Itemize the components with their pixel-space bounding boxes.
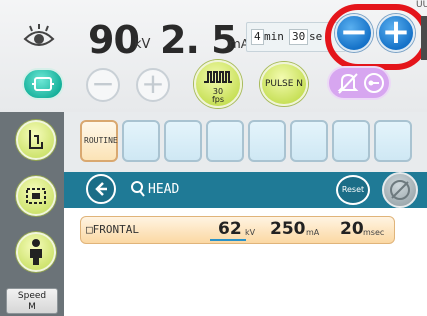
decrease-button[interactable]: − <box>335 14 373 52</box>
speed-selector[interactable]: Speed M <box>6 288 58 314</box>
pulse-rate-unit: fps <box>211 95 225 104</box>
increase-button[interactable]: + <box>377 14 415 52</box>
back-button[interactable] <box>86 174 116 204</box>
timer-min-label: min <box>264 30 284 43</box>
reset-label: Reset <box>341 185 365 194</box>
tab-6[interactable] <box>290 120 328 162</box>
pulse-mode-button[interactable]: PULSE N <box>260 62 308 106</box>
xray-control-panel: 90 kV 2. 5 mA 4 min 30 se − + UU − + 30 … <box>0 0 427 316</box>
standing-person-icon <box>30 239 42 265</box>
corner-label: UU <box>416 0 427 10</box>
patient-body-button[interactable] <box>16 232 56 272</box>
frontal-kv-unit: kV <box>245 228 256 237</box>
chip-button[interactable] <box>22 68 64 100</box>
region-position-button[interactable] <box>16 176 56 216</box>
key-icon <box>364 73 384 93</box>
chip-icon <box>32 77 54 91</box>
frontal-ma-value: 250 <box>270 219 306 239</box>
frontal-time-value: 20 <box>340 219 364 239</box>
ma-value: 2. 5 <box>160 18 238 62</box>
plus-icon: + <box>381 12 411 52</box>
tab-4[interactable] <box>206 120 244 162</box>
pulse-wave-icon <box>204 71 232 83</box>
person-icon <box>131 181 145 197</box>
kv-unit: kV <box>134 37 151 52</box>
frontal-ma-unit: mA <box>306 228 320 237</box>
tab-7[interactable] <box>332 120 370 162</box>
protocol-bar <box>64 172 427 208</box>
alarm-toggle-button[interactable] <box>327 66 391 100</box>
timer-minutes: 4 <box>251 29 264 45</box>
protocol-tabs-area <box>64 112 427 172</box>
kv-underline <box>210 239 246 241</box>
tab-8[interactable] <box>374 120 412 162</box>
back-arrow-icon <box>95 182 107 196</box>
plus-icon: + <box>141 67 165 100</box>
body-region-label: HEAD <box>148 182 180 197</box>
bell-off-icon <box>337 73 359 94</box>
pulse-mode-label: PULSE N <box>264 79 304 89</box>
seat-icon <box>29 130 43 149</box>
tab-2[interactable] <box>122 120 160 162</box>
side-scrollbar[interactable] <box>421 16 427 60</box>
timer-seconds: 30 <box>289 29 309 45</box>
mute-button[interactable] <box>382 172 418 208</box>
frontal-time-unit: msec <box>363 228 385 237</box>
pulse-rate-button[interactable]: 30 fps <box>194 60 242 108</box>
tab-label: ROUTINE <box>84 136 118 145</box>
position-icon <box>26 188 46 204</box>
minus-icon: − <box>91 67 115 100</box>
frontal-label: □FRONTAL <box>86 223 139 236</box>
secondary-increase-button[interactable]: + <box>136 68 170 102</box>
tab-1[interactable]: ROUTINE <box>80 120 118 162</box>
secondary-decrease-button[interactable]: − <box>86 68 120 102</box>
eye-icon[interactable] <box>22 22 56 52</box>
kv-value: 90 <box>88 18 140 62</box>
timer-sec-label: se <box>309 30 323 43</box>
speed-value: M <box>28 302 36 312</box>
minus-icon: − <box>339 12 369 52</box>
reset-button[interactable]: Reset <box>336 175 370 205</box>
frontal-kv-value: 62 <box>218 219 242 239</box>
tab-3[interactable] <box>164 120 202 162</box>
speed-label: Speed <box>17 291 47 301</box>
mute-icon <box>390 180 410 200</box>
tab-5[interactable] <box>248 120 286 162</box>
seat-position-button[interactable] <box>16 120 56 160</box>
